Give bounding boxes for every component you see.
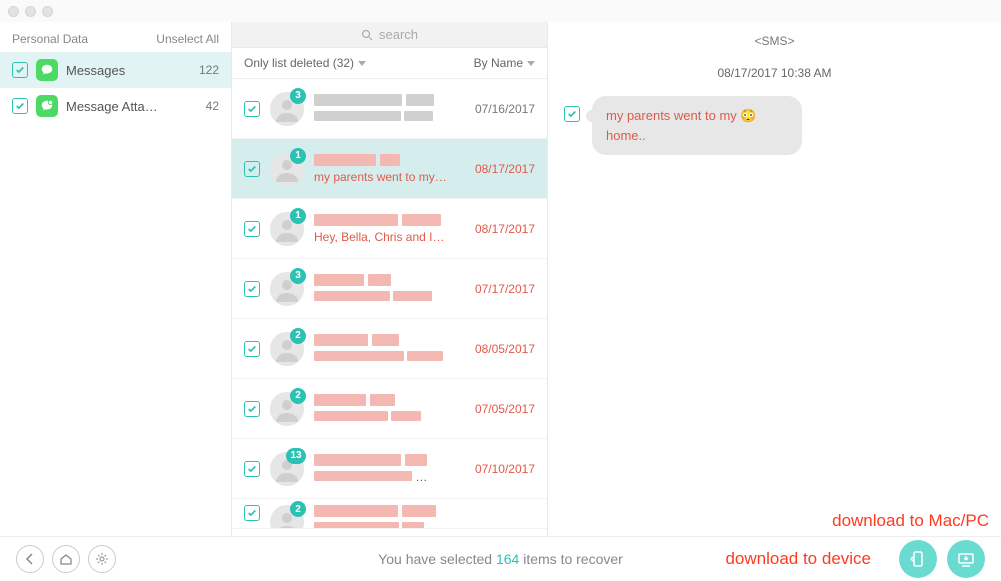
home-button[interactable]	[52, 545, 80, 573]
message-date: 07/10/2017	[465, 462, 535, 476]
unread-badge: 13	[286, 448, 306, 464]
message-date: 07/17/2017	[465, 282, 535, 296]
avatar: 2	[270, 332, 304, 366]
message-list-panel: search Only list deleted (32) By Name 3 …	[232, 22, 548, 536]
checkbox[interactable]	[244, 161, 260, 177]
checkbox[interactable]	[564, 106, 580, 122]
contact-name	[314, 505, 535, 517]
unread-badge: 3	[290, 268, 306, 284]
contact-name	[314, 454, 455, 466]
message-detail-panel: <SMS> 08/17/2017 10:38 AM my parents wen…	[548, 22, 1001, 536]
sidebar-item-count: 42	[206, 99, 219, 113]
avatar: 2	[270, 505, 304, 529]
message-preview	[314, 110, 455, 124]
message-preview	[314, 521, 464, 529]
message-date: 07/05/2017	[465, 402, 535, 416]
detail-type: <SMS>	[548, 22, 1001, 52]
contact-name	[314, 394, 455, 406]
sidebar-item-messages[interactable]: Messages 122	[0, 52, 231, 88]
avatar: 13	[270, 452, 304, 486]
contact-name	[314, 334, 455, 346]
message-preview	[314, 350, 455, 364]
checkbox[interactable]	[12, 62, 28, 78]
attachments-icon	[36, 95, 58, 117]
unread-badge: 1	[290, 208, 306, 224]
sidebar: Personal Data Unselect All Messages 122 …	[0, 22, 232, 536]
footer-bar: You have selected 164 items to recover	[0, 536, 1001, 581]
unread-badge: 1	[290, 148, 306, 164]
sort-dropdown[interactable]: By Name	[474, 56, 535, 70]
checkbox[interactable]	[244, 461, 260, 477]
search-icon	[361, 29, 373, 41]
window-titlebar	[0, 0, 1001, 22]
message-preview	[314, 410, 455, 424]
avatar: 1	[270, 152, 304, 186]
contact-name	[314, 94, 455, 106]
message-row[interactable]: 13 07/10/2017	[232, 439, 547, 499]
avatar: 2	[270, 392, 304, 426]
message-date: 08/17/2017	[465, 162, 535, 176]
contact-name	[314, 214, 455, 226]
close-dot[interactable]	[8, 6, 19, 17]
messages-icon	[36, 59, 58, 81]
search-input[interactable]: search	[232, 22, 547, 48]
message-row[interactable]: 2	[232, 499, 547, 529]
message-preview: Hey, Bella, Chris and I…	[314, 230, 455, 244]
unread-badge: 2	[290, 501, 306, 517]
message-row[interactable]: 2 07/05/2017	[232, 379, 547, 439]
message-row[interactable]: 3 07/17/2017	[232, 259, 547, 319]
avatar: 3	[270, 272, 304, 306]
settings-button[interactable]	[88, 545, 116, 573]
message-row[interactable]: 2 08/05/2017	[232, 319, 547, 379]
message-preview	[314, 290, 455, 304]
checkbox[interactable]	[244, 505, 260, 521]
message-row[interactable]: 3 07/16/2017	[232, 79, 547, 139]
contact-name	[314, 274, 455, 286]
message-date: 08/17/2017	[465, 222, 535, 236]
sidebar-header: Personal Data	[12, 32, 88, 46]
message-preview	[314, 470, 455, 484]
message-bubble[interactable]: my parents went to my 😳 home..	[592, 96, 802, 155]
minimize-dot[interactable]	[25, 6, 36, 17]
checkbox[interactable]	[244, 281, 260, 297]
checkbox[interactable]	[244, 221, 260, 237]
chevron-down-icon	[527, 61, 535, 66]
message-preview: my parents went to my…	[314, 170, 455, 184]
recover-to-device-button[interactable]	[899, 540, 937, 578]
back-button[interactable]	[16, 545, 44, 573]
avatar: 3	[270, 92, 304, 126]
unread-badge: 3	[290, 88, 306, 104]
checkbox[interactable]	[244, 101, 260, 117]
checkbox[interactable]	[12, 98, 28, 114]
filter-dropdown[interactable]: Only list deleted (32)	[244, 56, 366, 70]
unread-badge: 2	[290, 328, 306, 344]
sidebar-item-label: Messages	[66, 63, 125, 78]
chevron-down-icon	[358, 61, 366, 66]
unread-badge: 2	[290, 388, 306, 404]
recover-to-computer-button[interactable]	[947, 540, 985, 578]
contact-name	[314, 154, 455, 166]
footer-status: You have selected 164 items to recover	[378, 551, 623, 567]
unselect-all-link[interactable]: Unselect All	[156, 32, 219, 46]
checkbox[interactable]	[244, 401, 260, 417]
checkbox[interactable]	[244, 341, 260, 357]
search-placeholder: search	[379, 27, 418, 42]
message-row[interactable]: 1 my parents went to my… 08/17/2017	[232, 139, 547, 199]
sidebar-item-count: 122	[199, 63, 219, 77]
sidebar-item-attachments[interactable]: Message Atta… 42	[0, 88, 231, 124]
zoom-dot[interactable]	[42, 6, 53, 17]
message-date: 08/05/2017	[465, 342, 535, 356]
avatar: 1	[270, 212, 304, 246]
message-row[interactable]: 1 Hey, Bella, Chris and I… 08/17/2017	[232, 199, 547, 259]
sidebar-item-label: Message Atta…	[66, 99, 158, 114]
detail-timestamp: 08/17/2017 10:38 AM	[548, 66, 1001, 80]
message-date: 07/16/2017	[465, 102, 535, 116]
